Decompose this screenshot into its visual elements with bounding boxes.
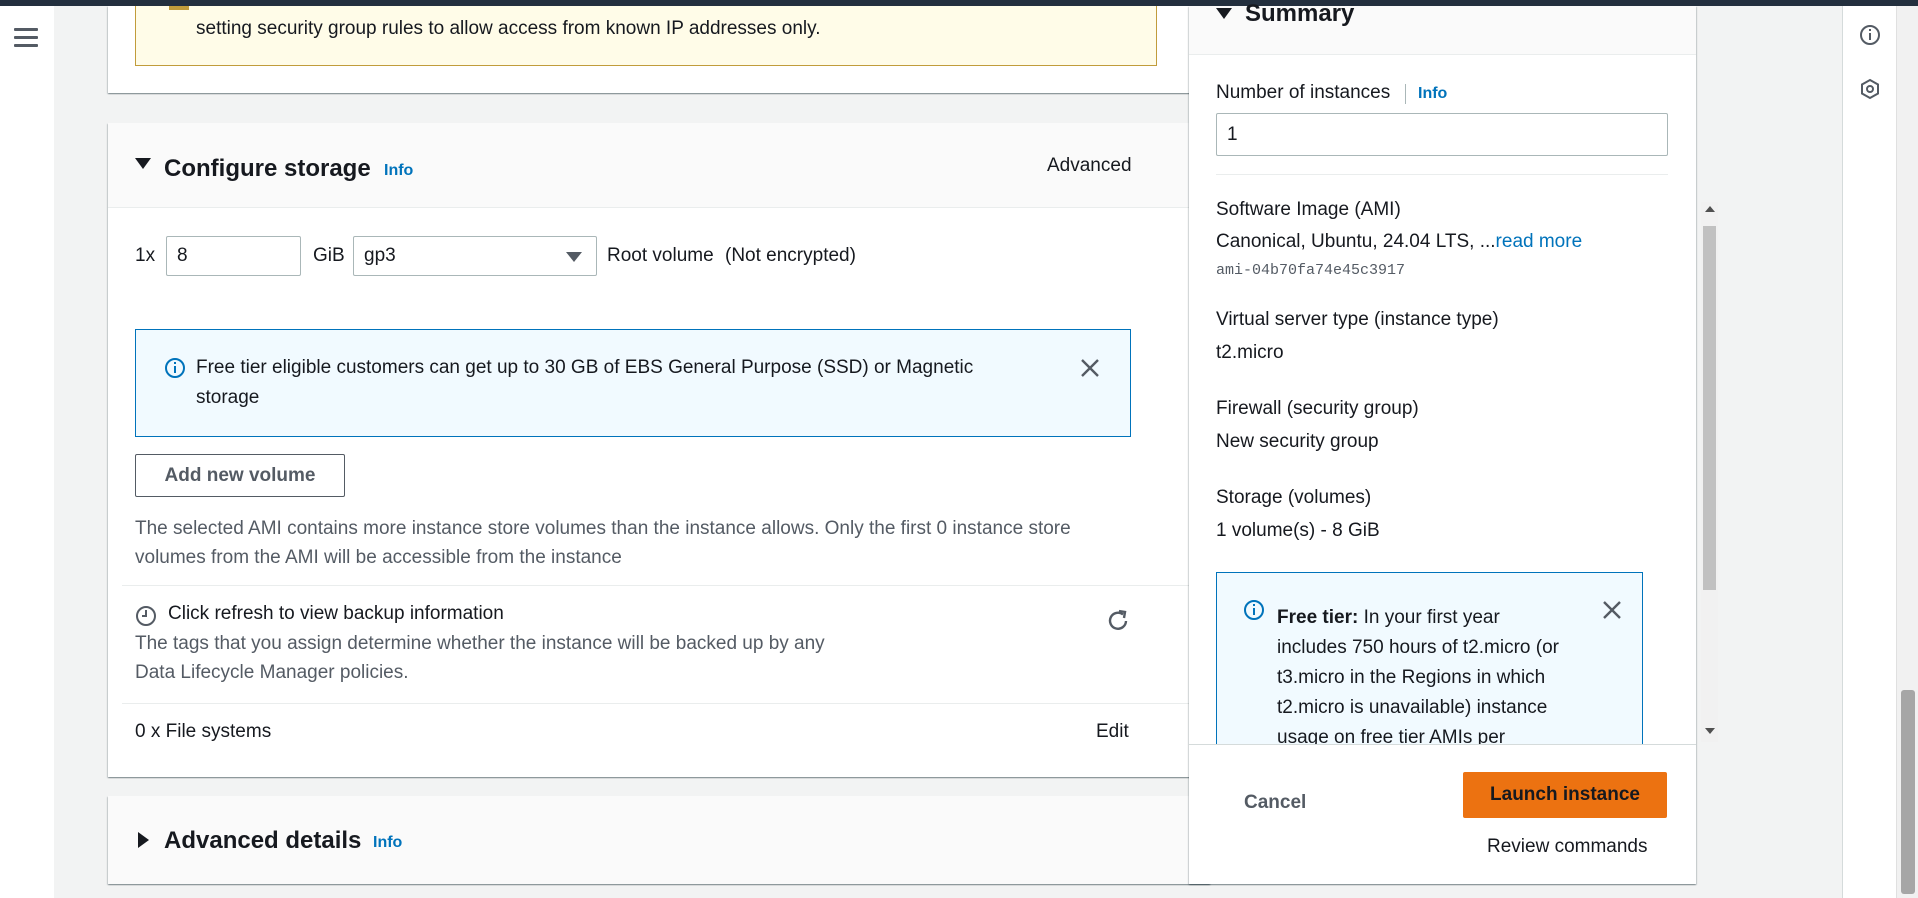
firewall-value: New security group — [1216, 431, 1379, 452]
configure-storage-title[interactable]: Configure storage — [164, 155, 371, 183]
free-tier-line-4: t2.micro is unavailable) instance — [1277, 697, 1548, 718]
storage-info-link[interactable]: Info — [384, 162, 413, 180]
volume-multiplier: 1x — [135, 245, 156, 266]
free-tier-storage-text-1: Free tier eligible customers can get up … — [196, 357, 974, 378]
warning-text: setting security group rules to allow ac… — [196, 18, 821, 39]
volume-size-unit: GiB — [313, 245, 345, 266]
close-icon[interactable] — [1601, 599, 1623, 621]
menu-icon[interactable] — [14, 28, 38, 48]
free-tier-storage-alert: Free tier eligible customers can get up … — [135, 329, 1131, 437]
instance-type-value: t2.micro — [1216, 342, 1284, 363]
num-instances-label: Number of instances — [1216, 82, 1391, 103]
scroll-down-arrow-icon[interactable] — [1705, 728, 1715, 734]
summary-panel: Summary Number of instances Info 1 Softw… — [1189, 0, 1696, 884]
firewall-link[interactable]: Firewall (security group) — [1216, 398, 1419, 420]
main-content: setting security group rules to allow ac… — [54, 0, 1842, 898]
configure-storage-header: Configure storage Info Advanced — [108, 123, 1210, 208]
free-tier-line-3: t3.micro in the Regions in which — [1277, 667, 1546, 688]
divider — [122, 703, 1196, 704]
divider — [122, 585, 1196, 586]
divider — [1189, 744, 1696, 745]
warning-alert: setting security group rules to allow ac… — [135, 6, 1157, 66]
advanced-details-panel: Advanced details Info — [108, 796, 1210, 884]
file-systems-edit-link[interactable]: Edit — [1096, 721, 1129, 743]
backup-desc-line-1: The tags that you assign determine wheth… — [135, 633, 825, 654]
caret-down-icon[interactable] — [1216, 8, 1232, 19]
review-commands-link[interactable]: Review commands — [1487, 836, 1648, 858]
chevron-down-icon — [566, 252, 582, 262]
caret-down-icon[interactable] — [135, 158, 151, 169]
network-settings-panel: setting security group rules to allow ac… — [108, 6, 1210, 93]
summary-free-tier-clip: Free tier: In your first year includes 7… — [1216, 572, 1643, 744]
label-divider — [1405, 84, 1406, 104]
hexagon-settings-icon[interactable] — [1858, 77, 1882, 101]
free-tier-line-2: includes 750 hours of t2.micro (or — [1277, 637, 1559, 658]
backup-title: Click refresh to view backup information — [168, 603, 504, 624]
warning-icon — [169, 6, 189, 10]
ami-value-text: Canonical, Ubuntu, 24.04 LTS, ... — [1216, 231, 1496, 252]
summary-scrollbar-thumb[interactable] — [1703, 226, 1716, 590]
num-instances-input[interactable]: 1 — [1216, 113, 1668, 156]
advanced-link[interactable]: Advanced — [1047, 155, 1132, 177]
root-volume-label: Root volume — [607, 245, 714, 266]
storage-volumes-value: 1 volume(s) - 8 GiB — [1216, 520, 1380, 541]
scroll-up-arrow-icon[interactable] — [1705, 206, 1715, 212]
advanced-details-title[interactable]: Advanced details — [164, 827, 361, 855]
ami-note-line-1: The selected AMI contains more instance … — [135, 518, 1071, 539]
free-tier-line-1-text: In your first year — [1363, 607, 1500, 628]
refresh-icon[interactable] — [1105, 608, 1131, 634]
summary-title[interactable]: Summary — [1245, 0, 1354, 28]
backup-desc-line-2: Data Lifecycle Manager policies. — [135, 662, 409, 683]
caret-right-icon[interactable] — [138, 832, 149, 848]
info-circle-icon[interactable] — [1858, 23, 1882, 47]
volume-type-value: gp3 — [364, 245, 396, 266]
add-new-volume-button[interactable]: Add new volume — [135, 454, 345, 497]
free-tier-line-1: Free tier: In your first year — [1277, 607, 1500, 629]
ami-note-line-2: volumes from the AMI will be accessible … — [135, 547, 622, 568]
ami-link[interactable]: Software Image (AMI) — [1216, 199, 1401, 221]
clock-icon — [136, 606, 156, 626]
page-scrollbar-thumb[interactable] — [1901, 690, 1915, 894]
volume-type-select[interactable]: gp3 — [353, 236, 597, 276]
summary-free-tier-alert: Free tier: In your first year includes 7… — [1216, 572, 1643, 744]
close-icon[interactable] — [1079, 357, 1101, 379]
volume-size-input[interactable]: 8 — [166, 236, 301, 276]
read-more-link[interactable]: read more — [1496, 231, 1583, 252]
divider — [1216, 174, 1668, 175]
num-instances-info-link[interactable]: Info — [1418, 85, 1447, 103]
free-tier-storage-text-2: storage — [196, 387, 260, 408]
info-circle-icon — [1244, 600, 1264, 620]
launch-instance-button[interactable]: Launch instance — [1463, 772, 1667, 818]
left-navigation-rail — [0, 6, 55, 898]
free-tier-line-5: usage on free tier AMIs per — [1277, 727, 1506, 744]
file-systems-label: 0 x File systems — [135, 721, 272, 742]
configure-storage-panel: Configure storage Info Advanced 1x 8 GiB… — [108, 123, 1210, 777]
summary-header: Summary — [1189, 0, 1696, 55]
advanced-details-info-link[interactable]: Info — [373, 834, 402, 852]
right-help-rail — [1842, 6, 1897, 898]
ami-value: Canonical, Ubuntu, 24.04 LTS, ...read mo… — [1216, 231, 1582, 253]
cancel-button[interactable]: Cancel — [1244, 792, 1306, 814]
ami-id: ami-04b70fa74e45c3917 — [1216, 262, 1406, 279]
encryption-status: (Not encrypted) — [725, 245, 856, 266]
instance-type-link[interactable]: Virtual server type (instance type) — [1216, 309, 1499, 331]
page-scrollbar[interactable] — [1896, 6, 1918, 898]
storage-volumes-link[interactable]: Storage (volumes) — [1216, 487, 1371, 509]
info-circle-icon — [165, 358, 185, 378]
free-tier-bold: Free tier: — [1277, 607, 1359, 628]
